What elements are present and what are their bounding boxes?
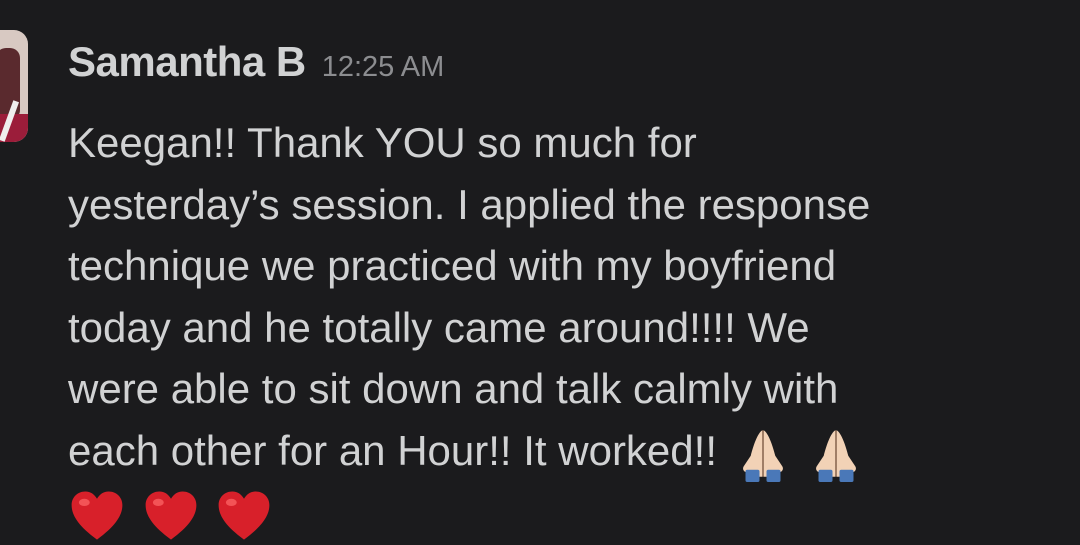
- message-line: today and he totally came around!!!! We: [68, 303, 810, 351]
- message-line: each other for an Hour!! It worked!!: [68, 426, 717, 474]
- message-item: Samantha B 12:25 AM Keegan!! Thank YOU s…: [0, 0, 1080, 545]
- sender-name[interactable]: Samantha B: [68, 38, 306, 86]
- red-heart-icon: [218, 491, 270, 540]
- message-line-with-emojis: each other for an Hour!! It worked!!: [68, 420, 1058, 482]
- message-line: technique we practiced with my boyfriend: [68, 242, 837, 290]
- message-line: yesterday’s session. I applied the respo…: [68, 180, 871, 228]
- folded-hands-icon: [742, 430, 783, 482]
- red-heart-icon: [145, 491, 197, 540]
- message-header: Samantha B 12:25 AM: [68, 38, 444, 86]
- message-timestamp[interactable]: 12:25 AM: [322, 51, 445, 84]
- emoji-line: [68, 482, 1058, 545]
- avatar[interactable]: [0, 30, 28, 142]
- red-heart-icon: [71, 491, 123, 540]
- folded-hands-icon: [816, 430, 857, 482]
- message-line: Keegan!! Thank YOU so much for: [68, 119, 697, 166]
- message-body: Keegan!! Thank YOU so much for yesterday…: [68, 112, 1058, 545]
- message-line: were able to sit down and talk calmly wi…: [68, 365, 839, 413]
